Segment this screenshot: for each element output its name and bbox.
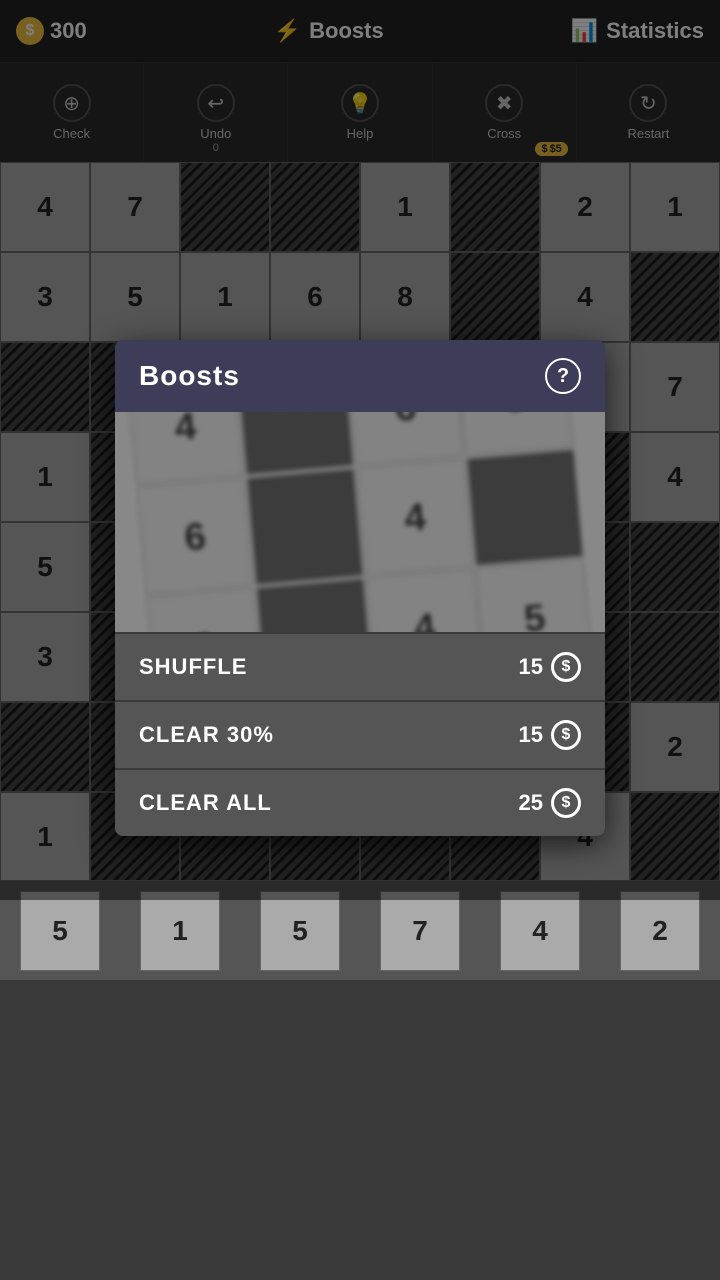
modal-bg-image: 4 6 3 6 4 3 4 5 — [115, 412, 605, 632]
bottom-cell-1[interactable]: 1 — [140, 891, 220, 971]
blur-grid: 4 6 3 6 4 3 4 5 — [127, 412, 593, 632]
blur-cell-10: 4 — [366, 569, 483, 632]
clear30-cost-value: 15 — [519, 722, 543, 748]
blur-cell-9 — [256, 578, 373, 632]
clearall-coin-icon: $ — [551, 788, 581, 818]
blur-cell-1 — [237, 412, 354, 475]
shuffle-cost: 15 $ — [519, 652, 581, 682]
clearall-cost-value: 25 — [519, 790, 543, 816]
bottom-cell-4[interactable]: 4 — [500, 891, 580, 971]
help-button[interactable]: ? — [545, 358, 581, 394]
shuffle-label: SHUFFLE — [139, 654, 247, 680]
shuffle-coin-icon: $ — [551, 652, 581, 682]
blur-cell-6: 4 — [356, 459, 473, 576]
shuffle-cost-value: 15 — [519, 654, 543, 680]
blur-cell-7 — [466, 449, 583, 566]
blur-cell-8: 3 — [146, 588, 263, 632]
clearall-label: CLEAR ALL — [139, 790, 272, 816]
bottom-cell-3[interactable]: 7 — [380, 891, 460, 971]
help-icon: ? — [557, 365, 569, 388]
blur-cell-11: 5 — [476, 559, 593, 632]
clearall-boost-button[interactable]: CLEAR ALL 25 $ — [115, 768, 605, 836]
clear30-cost: 15 $ — [519, 720, 581, 750]
bottom-cell-0[interactable]: 5 — [20, 891, 100, 971]
blur-cell-5 — [247, 468, 364, 585]
modal-header: Boosts ? — [115, 340, 605, 412]
clearall-cost: 25 $ — [519, 788, 581, 818]
clear30-boost-button[interactable]: CLEAR 30% 15 $ — [115, 700, 605, 768]
blur-cell-4: 6 — [137, 478, 254, 595]
shuffle-boost-button[interactable]: SHUFFLE 15 $ — [115, 632, 605, 700]
blur-cell-0: 4 — [127, 412, 244, 485]
blur-cell-3: 3 — [457, 412, 574, 456]
blur-cell-2: 6 — [347, 412, 464, 466]
clear30-coin-icon: $ — [551, 720, 581, 750]
boosts-modal: Boosts ? 4 6 3 6 4 3 4 5 S — [115, 340, 605, 836]
bottom-cell-2[interactable]: 5 — [260, 891, 340, 971]
modal-overlay[interactable]: Boosts ? 4 6 3 6 4 3 4 5 S — [0, 0, 720, 900]
clear30-label: CLEAR 30% — [139, 722, 274, 748]
modal-title: Boosts — [139, 360, 240, 392]
bottom-cell-5[interactable]: 2 — [620, 891, 700, 971]
